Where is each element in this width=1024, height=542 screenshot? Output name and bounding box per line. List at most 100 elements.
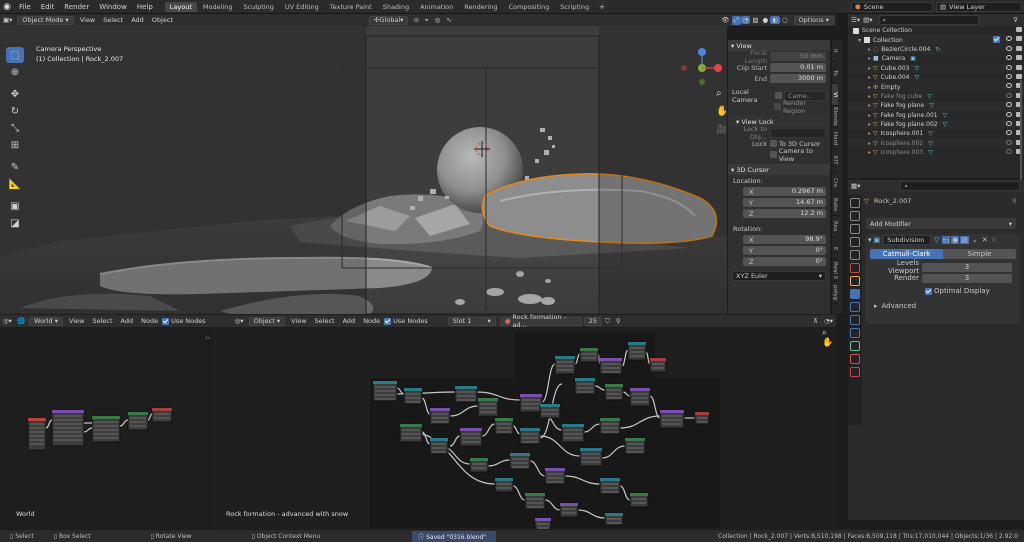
- outliner-item[interactable]: ▸ ▽ Cube.004 ▽: [848, 73, 1024, 82]
- pan-icon[interactable]: ✋: [716, 104, 726, 117]
- advanced-subpanel-header[interactable]: ▸ Advanced: [866, 301, 1020, 311]
- eye-icon[interactable]: [1006, 36, 1012, 42]
- workspace-tab-animation[interactable]: Animation: [415, 2, 458, 12]
- expand-icon[interactable]: ▸: [868, 65, 871, 72]
- properties-editor-icon[interactable]: ▦▾: [851, 182, 860, 190]
- outliner-item[interactable]: ▸ ▽ Fake fog plane ▽: [848, 101, 1024, 111]
- collection-exclude-checkbox[interactable]: [993, 36, 1000, 44]
- object-tab-icon[interactable]: [850, 276, 860, 286]
- shader-use-nodes-checkbox[interactable]: [384, 317, 392, 325]
- workspace-tab-sculpting[interactable]: Sculpting: [238, 2, 278, 12]
- cursor-rot-x-field[interactable]: 98.9°: [743, 235, 826, 244]
- outliner-item[interactable]: ▸ ▽ Fake fog plane.001 ▽: [848, 111, 1024, 120]
- transform-orientation-dropdown[interactable]: ✣ Global ▾: [368, 15, 409, 25]
- cursor-rot-z-field[interactable]: 0°: [743, 257, 826, 266]
- node-editor-area[interactable]: ‹› World Rock formation - advanced with …: [0, 328, 836, 529]
- world-background-node[interactable]: [91, 415, 121, 443]
- measure-tool-icon[interactable]: 📐: [6, 176, 24, 192]
- menu-edit[interactable]: Edit: [36, 3, 60, 11]
- outliner-item[interactable]: ▸ ▽ Icosphere.002 ▽: [848, 138, 1024, 149]
- mesh-data-icon[interactable]: ▽: [929, 102, 934, 109]
- expand-icon[interactable]: ▸: [868, 84, 871, 91]
- editor-type-icon[interactable]: ▣▾: [0, 16, 15, 24]
- camera-icon[interactable]: [1016, 27, 1022, 32]
- menu-window[interactable]: Window: [94, 3, 132, 11]
- shader-node[interactable]: [372, 380, 398, 402]
- viewport-toggle-icon[interactable]: ▭: [941, 236, 951, 244]
- eye-icon[interactable]: [1006, 64, 1012, 70]
- render-levels-field[interactable]: 3: [922, 273, 1012, 283]
- data-tab-icon[interactable]: [850, 341, 860, 351]
- cursor-tool-icon[interactable]: ⊕: [6, 64, 24, 80]
- shader-node[interactable]: [429, 407, 451, 425]
- proportional-edit-icon[interactable]: ◎: [432, 16, 444, 24]
- camera-icon[interactable]: [1016, 45, 1022, 51]
- shader-node[interactable]: [694, 411, 710, 425]
- snap-icon[interactable]: ⌖: [422, 16, 432, 25]
- material-selector[interactable]: ● Rock formation - ad...: [499, 313, 582, 329]
- mode-dropdown[interactable]: Object Mode ▾: [17, 15, 74, 25]
- camera-icon[interactable]: [1016, 36, 1022, 42]
- xray-icon[interactable]: ▧: [750, 16, 760, 24]
- options-dropdown[interactable]: Options ▾: [793, 15, 834, 25]
- mesh-data-icon[interactable]: ▽: [915, 74, 920, 81]
- cursor-loc-y-field[interactable]: 14.67 m: [743, 198, 826, 207]
- cursor-section-header[interactable]: ▾ 3D Cursor: [728, 164, 830, 175]
- camera-icon[interactable]: [1016, 64, 1022, 70]
- shader-node[interactable]: [604, 512, 624, 526]
- camera-icon[interactable]: [1016, 73, 1022, 79]
- workspace-tab-shading[interactable]: Shading: [378, 2, 414, 12]
- zoom-icon[interactable]: ⌕: [716, 88, 722, 99]
- workspace-tab-layout[interactable]: Layout: [164, 1, 197, 12]
- blender-logo-icon[interactable]: ◉: [0, 0, 14, 14]
- pivot-icon[interactable]: ⊙: [410, 16, 421, 24]
- filter-icon[interactable]: ⊽: [1013, 16, 1018, 24]
- tool-tab-icon[interactable]: [850, 198, 860, 208]
- expand-icon[interactable]: ▸: [868, 130, 871, 137]
- world-menu-select[interactable]: Select: [88, 317, 116, 325]
- shader-node[interactable]: [403, 387, 423, 405]
- sidebar-tab-11[interactable]: polyg: [832, 282, 838, 304]
- mesh-data-icon[interactable]: ▽: [943, 121, 948, 128]
- render-region-checkbox[interactable]: [774, 103, 781, 110]
- outliner-item[interactable]: ▸ ◌ BezierCircle.004 ↻: [848, 44, 1024, 55]
- cursor-rot-y-field[interactable]: 0°: [743, 246, 826, 255]
- shader-node[interactable]: [459, 427, 483, 447]
- world-menu-node[interactable]: Node: [137, 317, 162, 325]
- outliner-item[interactable]: ▸ ▽ Fake fog cube ▽: [848, 92, 1024, 101]
- sidebar-tab-5[interactable]: KIT: [832, 150, 838, 172]
- output-tab-icon[interactable]: [850, 224, 860, 234]
- shader-node[interactable]: [469, 457, 489, 473]
- shader-node[interactable]: [559, 502, 579, 518]
- optimal-display-checkbox[interactable]: [925, 287, 932, 295]
- outliner-item[interactable]: ▸ ■ Camera ▣: [848, 54, 1024, 63]
- clip-start-field[interactable]: 0.01 m: [770, 63, 826, 72]
- modifier-tab-icon[interactable]: [850, 289, 860, 299]
- sidebar-tab-3[interactable]: Blende: [832, 106, 838, 128]
- material-users-count[interactable]: 25: [583, 316, 602, 326]
- shader-node[interactable]: [494, 477, 514, 493]
- shader-node[interactable]: [604, 383, 624, 401]
- outliner-item[interactable]: ▸ ▽ Icosphere.001 ▽: [848, 129, 1024, 138]
- particles-tab-icon[interactable]: [850, 302, 860, 312]
- shader-node[interactable]: [544, 467, 566, 485]
- eye-icon[interactable]: [1006, 149, 1012, 155]
- shader-node[interactable]: [477, 397, 499, 417]
- sidebar-tab-0[interactable]: It: [832, 40, 838, 62]
- collapse-icon[interactable]: ▾: [868, 236, 872, 244]
- outliner-item[interactable]: ▸ ▽ Icosphere.003 ▽: [848, 148, 1024, 157]
- collection-row[interactable]: ▾ Collection: [848, 35, 1024, 45]
- solid-shading-icon[interactable]: ●: [761, 16, 771, 24]
- scene-selector[interactable]: ⬢ Scene: [851, 1, 933, 12]
- rotate-tool-icon[interactable]: ↻: [6, 103, 24, 119]
- expand-icon[interactable]: ▸: [868, 121, 871, 128]
- view-layer-tab-icon[interactable]: [850, 237, 860, 247]
- menu-render[interactable]: Render: [59, 3, 94, 11]
- scale-tool-icon[interactable]: ⤡: [6, 120, 24, 136]
- camera-view-icon[interactable]: 🎥: [716, 123, 726, 135]
- mesh-data-icon[interactable]: ▽: [943, 112, 948, 119]
- sidebar-tab-6[interactable]: Cre: [832, 172, 838, 194]
- world-menu-view[interactable]: View: [65, 317, 88, 325]
- shader-node[interactable]: [599, 357, 623, 375]
- scene-collection-row[interactable]: Scene Collection: [848, 26, 1024, 35]
